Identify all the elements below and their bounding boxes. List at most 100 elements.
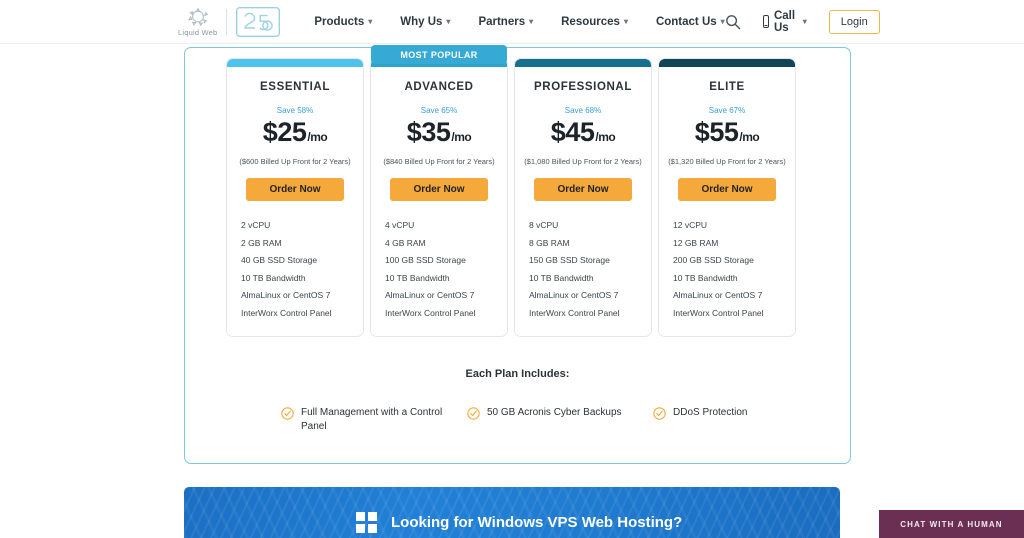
spec-item: 8 GB RAM	[529, 237, 570, 248]
spec-item: InterWorx Control Panel	[529, 307, 620, 318]
each-plan-includes-list: Full Management with a Control Panel 50 …	[281, 406, 747, 433]
check-circle-icon	[653, 407, 666, 420]
nav-label: Why Us	[400, 15, 443, 28]
spec-item: InterWorx Control Panel	[385, 307, 476, 318]
most-popular-badge: MOST POPULAR	[371, 45, 507, 64]
price-period: /mo	[739, 130, 760, 144]
price-period: /mo	[451, 130, 472, 144]
spec-item: 2 vCPU	[241, 220, 271, 230]
spec-item: 10 TB Bandwidth	[241, 272, 306, 283]
plan-savings: Save 58%	[276, 106, 314, 115]
nav-item-partners[interactable]: Partners ▾	[478, 16, 533, 28]
spec-item: 100 GB SSD Storage	[385, 255, 466, 265]
include-label: DDoS Protection	[673, 407, 748, 418]
price-amount: $35	[406, 117, 451, 147]
plan-specs: 2 vCPU 2 GB RAM 40 GB SSD Storage 10 TB …	[227, 217, 363, 336]
pricing-card-advanced[interactable]: MOST POPULAR ADVANCED Save 65% $35 /mo (…	[370, 45, 508, 337]
price-period: /mo	[307, 130, 328, 144]
call-us-label: Call Us	[773, 9, 796, 34]
plan-specs: 4 vCPU 4 GB RAM 100 GB SSD Storage 10 TB…	[371, 217, 507, 336]
spec-item: AlmaLinux or CentOS 7	[385, 290, 475, 300]
banner-content: Looking for Windows VPS Web Hosting?	[356, 512, 682, 533]
chat-label: CHAT WITH A HUMAN	[900, 519, 1003, 529]
card-body: ESSENTIAL Save 58% $25 /mo ($600 Billed …	[227, 67, 363, 201]
spec-item: 12 vCPU	[673, 220, 708, 230]
include-item-acronis-backups: 50 GB Acronis Cyber Backups	[467, 406, 653, 433]
nav-label: Resources	[561, 15, 620, 28]
chevron-down-icon: ▾	[802, 16, 807, 26]
spec-item: 10 TB Bandwidth	[529, 272, 594, 283]
card-accent-bar	[515, 59, 651, 67]
call-us-button[interactable]: Call Us ▾	[762, 9, 807, 34]
plan-billing-note: ($600 Billed Up Front for 2 Years)	[239, 157, 351, 166]
card-body: PROFESSIONAL Save 68% $45 /mo ($1,080 Bi…	[515, 67, 651, 201]
plan-price: $55 /mo	[667, 117, 787, 148]
chat-with-a-human-button[interactable]: CHAT WITH A HUMAN	[879, 510, 1024, 538]
price-period: /mo	[595, 130, 616, 144]
check-circle-icon	[467, 407, 480, 420]
pricing-cards: ESSENTIAL Save 58% $25 /mo ($600 Billed …	[226, 45, 796, 337]
spec-item: 10 TB Bandwidth	[385, 272, 450, 283]
site-header: Liquid Web Products ▾ Why Us ▾ Partners …	[0, 0, 1024, 44]
chevron-down-icon: ▾	[446, 16, 451, 26]
spec-item: 8 vCPU	[529, 220, 559, 230]
spec-item: 12 GB RAM	[673, 237, 719, 248]
plan-billing-note: ($840 Billed Up Front for 2 Years)	[383, 157, 495, 166]
nav-item-products[interactable]: Products ▾	[314, 16, 372, 28]
logo-divider	[226, 8, 228, 35]
site-logo[interactable]: Liquid Web	[178, 6, 281, 37]
include-label: 50 GB Acronis Cyber Backups	[487, 407, 622, 418]
search-button[interactable]	[725, 14, 741, 30]
include-item-ddos-protection: DDoS Protection	[653, 406, 747, 433]
card-body: ADVANCED Save 65% $35 /mo ($840 Billed U…	[371, 67, 507, 201]
spec-item: 4 GB RAM	[385, 237, 426, 248]
main-navigation: Products ▾ Why Us ▾ Partners ▾ Resources…	[314, 16, 724, 28]
pricing-card-essential[interactable]: ESSENTIAL Save 58% $25 /mo ($600 Billed …	[226, 58, 364, 337]
windows-logo-icon	[356, 512, 377, 533]
pricing-card-elite[interactable]: ELITE Save 67% $55 /mo ($1,320 Billed Up…	[658, 58, 796, 337]
mobile-phone-icon	[762, 15, 769, 28]
anniversary-25-icon	[236, 6, 281, 37]
spec-item: 200 GB SSD Storage	[673, 255, 754, 265]
order-now-button-essential[interactable]: Order Now	[246, 178, 344, 201]
nav-item-contact-us[interactable]: Contact Us ▾	[656, 16, 725, 28]
each-plan-includes-title: Each Plan Includes:	[465, 368, 570, 380]
logo-wordmark: Liquid Web	[178, 27, 218, 37]
order-now-button-professional[interactable]: Order Now	[534, 178, 632, 201]
header-actions: Call Us ▾ Login	[725, 9, 880, 34]
nav-item-resources[interactable]: Resources ▾	[561, 16, 628, 28]
spec-item: AlmaLinux or CentOS 7	[673, 290, 763, 300]
pricing-panel: ESSENTIAL Save 58% $25 /mo ($600 Billed …	[184, 45, 851, 464]
check-circle-icon	[281, 407, 294, 420]
droplet-icon	[187, 7, 208, 26]
spec-item: 40 GB SSD Storage	[241, 255, 318, 265]
order-now-button-elite[interactable]: Order Now	[678, 178, 776, 201]
nav-label: Partners	[478, 15, 526, 28]
order-now-button-advanced[interactable]: Order Now	[390, 178, 488, 201]
windows-vps-banner[interactable]: Looking for Windows VPS Web Hosting?	[184, 487, 840, 538]
nav-item-why-us[interactable]: Why Us ▾	[400, 16, 450, 28]
card-accent-bar	[227, 59, 363, 67]
plan-name: ESSENTIAL	[260, 81, 330, 93]
search-icon	[725, 14, 740, 29]
plan-specs: 12 vCPU 12 GB RAM 200 GB SSD Storage 10 …	[659, 217, 795, 336]
login-button[interactable]: Login	[828, 9, 880, 34]
plan-savings: Save 68%	[564, 106, 602, 115]
plan-price: $35 /mo	[379, 117, 499, 148]
spec-item: 150 GB SSD Storage	[529, 255, 610, 265]
plan-specs: 8 vCPU 8 GB RAM 150 GB SSD Storage 10 TB…	[515, 217, 651, 336]
nav-label: Contact Us	[655, 15, 717, 28]
spec-item: InterWorx Control Panel	[241, 307, 332, 318]
include-item-full-management: Full Management with a Control Panel	[281, 406, 467, 433]
spec-item: 10 TB Bandwidth	[673, 272, 738, 283]
plan-savings: Save 67%	[708, 106, 746, 115]
pricing-card-professional[interactable]: PROFESSIONAL Save 68% $45 /mo ($1,080 Bi…	[514, 58, 652, 337]
price-amount: $55	[694, 117, 739, 147]
plan-savings: Save 65%	[420, 106, 458, 115]
spec-item: 4 vCPU	[385, 220, 415, 230]
spec-item: InterWorx Control Panel	[673, 307, 764, 318]
plan-name: ELITE	[709, 81, 745, 93]
chevron-down-icon: ▾	[368, 16, 373, 26]
plan-billing-note: ($1,320 Billed Up Front for 2 Years)	[668, 157, 786, 166]
chevron-down-icon: ▾	[529, 16, 534, 26]
